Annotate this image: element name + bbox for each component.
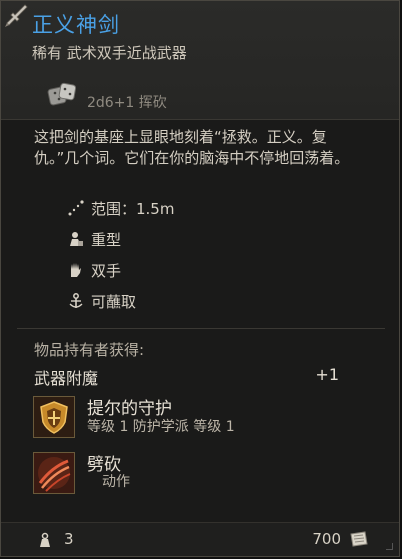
price-value: 700 — [312, 530, 341, 548]
sword-icon — [5, 4, 28, 27]
item-subtitle: 稀有 武术双手近战武器 — [32, 44, 187, 62]
item-tooltip: 正义神剑 稀有 武术双手近战武器 2d6+1 挥砍 这把剑的基座上显眼地刻着“拯… — [0, 0, 400, 557]
dice-icon — [47, 82, 77, 106]
heavy-icon — [70, 232, 83, 246]
two-handed-icon — [71, 263, 81, 277]
spell-meta: 等级 1 防护学派 等级 1 — [87, 419, 235, 435]
property-label: 范围：1.5m — [91, 199, 175, 218]
property-label: 可蘸取 — [91, 292, 137, 311]
range-icon — [68, 200, 84, 216]
cleave-icon[interactable] — [33, 452, 75, 494]
item-title: 正义神剑 — [32, 13, 120, 37]
dippable-icon — [69, 293, 83, 308]
holder-heading: 物品持有者获得: — [34, 341, 145, 359]
enchantment-value: +1 — [315, 365, 339, 384]
weight-value: 3 — [64, 530, 74, 548]
resize-corner — [386, 543, 393, 550]
damage-text: 2d6+1 挥砍 — [87, 95, 167, 111]
property-heavy: 重型 — [67, 229, 121, 249]
property-dippable: 可蘸取 — [67, 291, 136, 311]
property-two-handed: 双手 — [67, 260, 121, 280]
property-range: 范围：1.5m — [67, 198, 174, 218]
spell-meta: 动作 — [102, 474, 130, 490]
property-label: 双手 — [91, 261, 122, 280]
tyr-shield-icon[interactable] — [33, 396, 75, 438]
gold-icon — [350, 531, 368, 547]
tooltip-footer: 3 700 — [1, 522, 399, 556]
item-description: 这把剑的基座上显眼地刻着“拯救。正义。复仇。”几个词。它们在你的脑海中不停地回荡… — [34, 128, 350, 167]
property-label: 重型 — [91, 230, 122, 249]
section-divider — [17, 328, 385, 329]
enchantment-label: 武器附魔 — [34, 369, 99, 388]
weight-icon — [40, 532, 50, 547]
tooltip-header: 正义神剑 稀有 武术双手近战武器 2d6+1 挥砍 — [1, 1, 399, 120]
